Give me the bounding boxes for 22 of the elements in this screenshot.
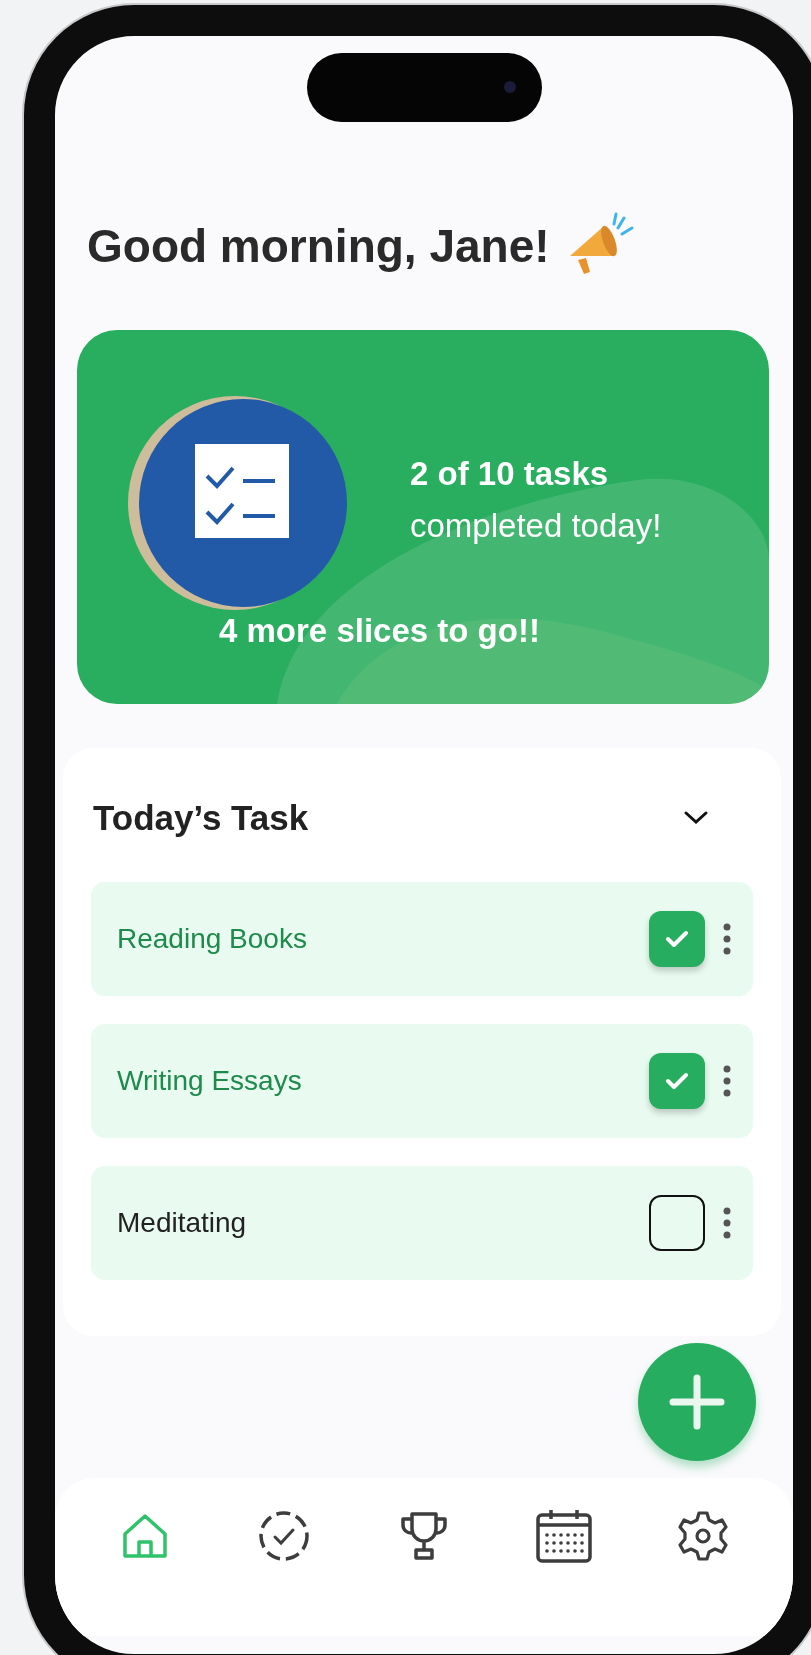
checkmark-icon [664, 929, 690, 949]
greeting-heading: Good morning, Jane! [87, 219, 550, 273]
add-button[interactable] [638, 1343, 756, 1461]
calendar-icon [533, 1507, 594, 1565]
plus-icon [667, 1372, 727, 1432]
task-checkbox[interactable] [649, 1053, 705, 1109]
more-options-icon[interactable] [723, 1065, 731, 1097]
tasks-count-text: 2 of 10 tasks [410, 454, 610, 494]
task-checkbox[interactable] [649, 911, 705, 967]
completed-text: completed today! [410, 506, 662, 546]
settings-icon [676, 1509, 731, 1563]
slices-remaining-text: 4 more slices to go!! [219, 612, 540, 650]
more-options-icon[interactable] [723, 1207, 731, 1239]
section-title: Today’s Task [93, 798, 309, 838]
checkmark-icon [664, 1071, 690, 1091]
dashed-check-circle-icon [257, 1509, 312, 1563]
chevron-down-icon[interactable] [683, 810, 709, 826]
task-label: Writing Essays [117, 1065, 303, 1097]
more-options-icon[interactable] [723, 923, 731, 955]
task-label: Meditating [117, 1207, 248, 1239]
task-checkbox[interactable] [649, 1195, 705, 1251]
task-label: Reading Books [117, 923, 308, 955]
